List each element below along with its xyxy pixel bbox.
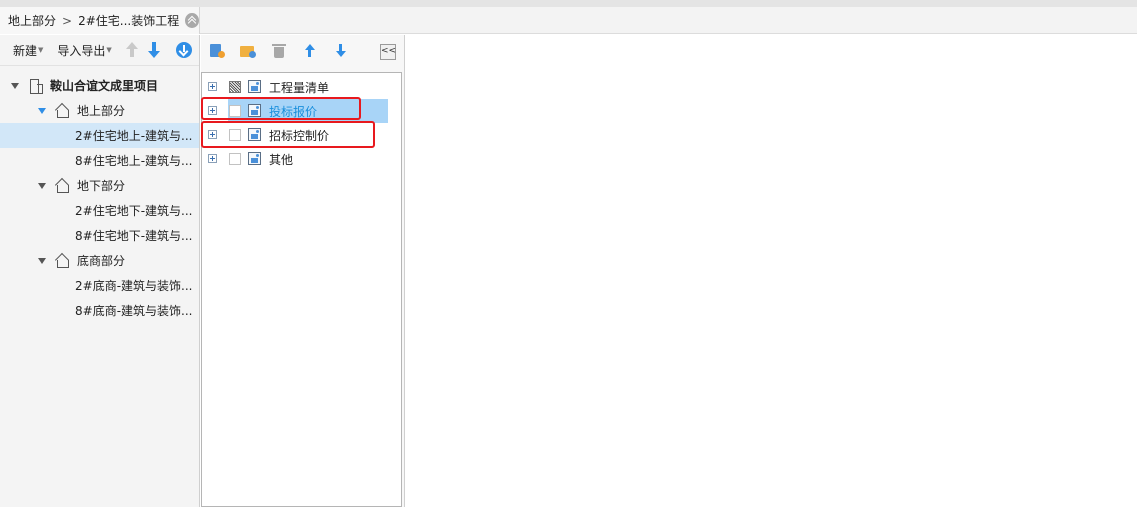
collapse-triangle-icon[interactable]	[11, 82, 19, 89]
main-content-area	[406, 35, 1137, 507]
document-toolbar: <<	[201, 35, 404, 66]
breadcrumb[interactable]: 地上部分 > 2#住宅...装饰工程	[0, 7, 200, 34]
tree-item-label: 8#底商-建筑与装饰...	[75, 304, 193, 318]
building-icon	[28, 78, 43, 94]
tree-item[interactable]: 2#住宅地下-建筑与...	[0, 198, 199, 223]
tree-group-label: 地下部分	[77, 179, 126, 193]
new-button[interactable]: 新建 ▼	[13, 42, 43, 59]
breadcrumb-bar: 地上部分 > 2#住宅...装饰工程	[0, 7, 1137, 34]
collapse-pane-button[interactable]: <<	[380, 44, 396, 60]
breadcrumb-current: 2#住宅...装饰工程	[78, 14, 180, 28]
tree-root[interactable]: 鞍山合谊文成里项目	[0, 73, 199, 98]
expand-plus-icon[interactable]	[208, 82, 217, 91]
tree-item[interactable]: 8#底商-建筑与装饰...	[0, 298, 199, 323]
document-icon	[248, 80, 261, 93]
list-item-label: 其他	[269, 153, 294, 167]
tree-group-label: 底商部分	[77, 254, 126, 268]
import-export-label: 导入导出	[57, 43, 106, 58]
tree-item-label: 8#住宅地下-建筑与...	[75, 229, 193, 243]
project-tree: 鞍山合谊文成里项目 地上部分 2#住宅地上-建筑与... 8#住宅地上-建筑与.…	[0, 66, 199, 323]
download-circle-icon[interactable]	[175, 42, 192, 58]
collapse-triangle-icon[interactable]	[38, 182, 46, 189]
highlight-box	[201, 97, 361, 120]
tree-item[interactable]: 2#底商-建筑与装饰...	[0, 273, 199, 298]
arrow-up-icon[interactable]	[125, 42, 138, 58]
breadcrumb-root[interactable]: 地上部分	[8, 12, 56, 29]
tree-item-label: 2#住宅地下-建筑与...	[75, 204, 193, 218]
tree-item[interactable]: 8#住宅地下-建筑与...	[0, 223, 199, 248]
highlight-box	[201, 121, 375, 148]
tree-group-label: 地上部分	[77, 104, 126, 118]
new-folder-icon[interactable]	[240, 43, 256, 59]
project-toolbar: 新建 ▼ 导入导出 ▼	[0, 35, 199, 66]
list-item-label: 工程量清单	[269, 81, 330, 95]
tree-root-label: 鞍山合谊文成里项目	[50, 79, 159, 93]
house-icon	[55, 179, 69, 193]
collapse-triangle-icon[interactable]	[38, 257, 46, 264]
new-button-label: 新建	[13, 43, 38, 58]
house-icon	[55, 104, 69, 118]
tree-item-label: 2#住宅地上-建筑与...	[75, 129, 193, 143]
tree-group[interactable]: 地下部分	[0, 173, 199, 198]
arrow-down-icon[interactable]	[333, 43, 349, 59]
new-list-icon[interactable]	[209, 43, 225, 59]
tree-item[interactable]: 2#住宅地上-建筑与...	[0, 123, 199, 148]
trash-icon[interactable]	[271, 43, 287, 59]
window-top-strip	[0, 0, 1137, 7]
house-icon	[55, 254, 69, 268]
collapse-triangle-icon[interactable]	[38, 107, 46, 114]
arrow-up-icon[interactable]	[302, 43, 318, 59]
caret-down-icon: ▼	[38, 46, 44, 54]
double-chevron-up-icon[interactable]	[185, 13, 199, 28]
tree-group[interactable]: 地上部分	[0, 98, 199, 123]
document-icon	[248, 152, 261, 165]
arrow-down-icon[interactable]	[147, 42, 160, 58]
caret-down-icon: ▼	[106, 46, 112, 54]
tree-item-label: 8#住宅地上-建筑与...	[75, 154, 193, 168]
tree-group[interactable]: 底商部分	[0, 248, 199, 273]
project-tree-pane: 新建 ▼ 导入导出 ▼ 鞍山合谊文成里项目 地上部分 2#住宅地上-建筑与... 8…	[0, 35, 200, 507]
checkbox[interactable]	[229, 81, 241, 93]
breadcrumb-separator: >	[62, 13, 73, 28]
tree-item[interactable]: 8#住宅地上-建筑与...	[0, 148, 199, 173]
list-item[interactable]: 其他	[202, 147, 401, 171]
tree-item-label: 2#底商-建筑与装饰...	[75, 279, 193, 293]
list-item[interactable]: 工程量清单	[202, 75, 401, 99]
expand-plus-icon[interactable]	[208, 154, 217, 163]
import-export-button[interactable]: 导入导出 ▼	[57, 42, 111, 59]
checkbox[interactable]	[229, 153, 241, 165]
